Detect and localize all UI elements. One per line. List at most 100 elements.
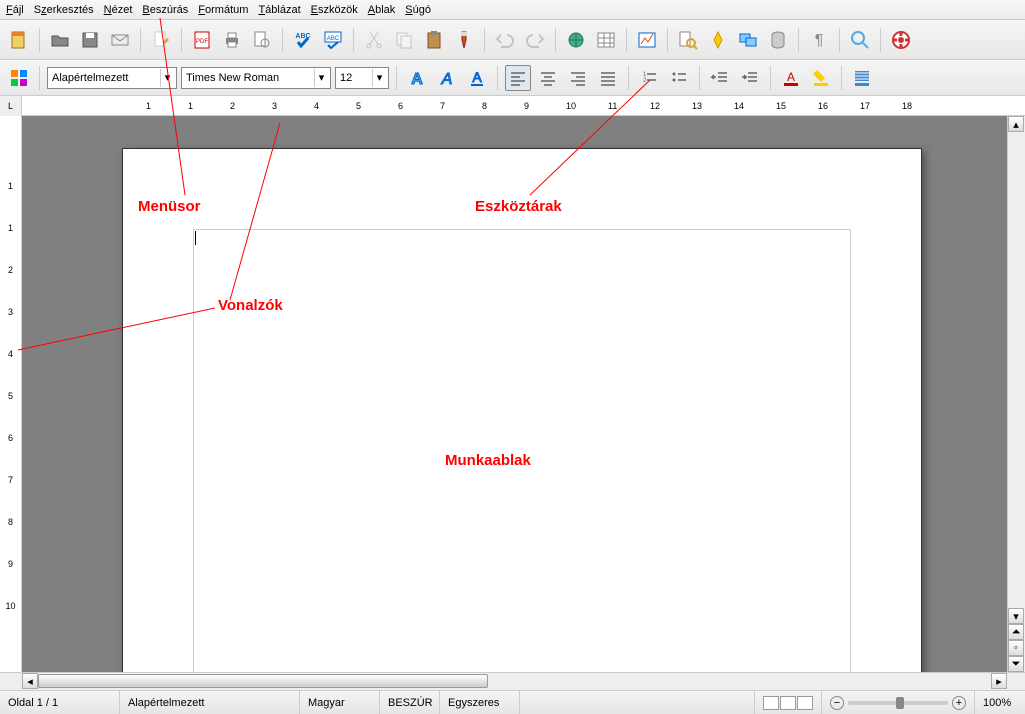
format-paintbrush-icon[interactable] — [451, 27, 477, 53]
text-margin — [193, 229, 851, 672]
align-justify-icon[interactable] — [595, 65, 621, 91]
scroll-up-icon[interactable]: ▴ — [1008, 116, 1024, 132]
zoom-out-icon[interactable]: − — [830, 696, 844, 710]
svg-text:A: A — [787, 70, 795, 84]
menu-insert[interactable]: Beszúrás — [142, 4, 188, 16]
bold-icon[interactable]: A — [404, 65, 430, 91]
text-cursor — [195, 231, 196, 245]
status-selection-mode[interactable]: Egyszeres — [440, 691, 520, 714]
drawing-icon[interactable] — [634, 27, 660, 53]
menu-tools[interactable]: Eszközök — [311, 4, 358, 16]
svg-text:A: A — [472, 69, 482, 85]
paragraph-style-input[interactable] — [52, 72, 160, 84]
pdf-icon[interactable]: PDF — [189, 27, 215, 53]
horizontal-scrollbar[interactable]: ◂ ▸ — [0, 672, 1025, 690]
zoom-in-icon[interactable]: + — [952, 696, 966, 710]
zoom-track[interactable] — [848, 701, 948, 705]
menu-format[interactable]: Formátum — [198, 4, 248, 16]
background-color-icon[interactable] — [849, 65, 875, 91]
mail-icon[interactable] — [107, 27, 133, 53]
data-sources-icon[interactable] — [765, 27, 791, 53]
view-book-icon[interactable] — [797, 696, 813, 710]
underline-icon[interactable]: A — [464, 65, 490, 91]
menu-help[interactable]: Súgó — [405, 4, 431, 16]
workspace[interactable] — [22, 116, 1007, 672]
vertical-scrollbar[interactable]: ▴ ▾ ⏶ ◦ ⏷ — [1007, 116, 1025, 672]
paste-icon[interactable] — [421, 27, 447, 53]
menu-table[interactable]: Táblázat — [258, 4, 300, 16]
print-icon[interactable] — [219, 27, 245, 53]
zoom-thumb[interactable] — [896, 697, 904, 709]
next-page-icon[interactable]: ⏷ — [1008, 656, 1024, 672]
nav-target-icon[interactable]: ◦ — [1008, 640, 1024, 656]
align-center-icon[interactable] — [535, 65, 561, 91]
italic-icon[interactable]: A — [434, 65, 460, 91]
prev-page-icon[interactable]: ⏶ — [1008, 624, 1024, 640]
paragraph-style-combo[interactable]: ▾ — [47, 67, 177, 89]
scroll-thumb[interactable] — [38, 674, 488, 688]
menu-view[interactable]: Nézet — [104, 4, 133, 16]
svg-text:¶: ¶ — [815, 32, 824, 49]
align-left-icon[interactable] — [505, 65, 531, 91]
spellcheck-icon[interactable]: ABC — [290, 27, 316, 53]
horizontal-ruler-wrap: L 1123456789101112131415161718 — [0, 96, 1025, 116]
copy-icon[interactable] — [391, 27, 417, 53]
zoom-slider[interactable]: − + — [822, 691, 975, 714]
svg-text:PDF: PDF — [196, 39, 208, 45]
statusbar: Oldal 1 / 1 Alapértelmezett Magyar BESZÚ… — [0, 690, 1025, 714]
status-insert-mode[interactable]: BESZÚR — [380, 691, 440, 714]
styles-icon[interactable] — [6, 65, 32, 91]
status-page[interactable]: Oldal 1 / 1 — [0, 691, 120, 714]
menubar: Fájl Szerkesztés Nézet Beszúrás Formátum… — [0, 0, 1025, 20]
decrease-indent-icon[interactable] — [707, 65, 733, 91]
new-doc-icon[interactable] — [6, 27, 32, 53]
scroll-down-icon[interactable]: ▾ — [1008, 608, 1024, 624]
gallery-icon[interactable] — [735, 27, 761, 53]
font-size-combo[interactable]: ▾ — [335, 67, 389, 89]
help-icon[interactable] — [888, 27, 914, 53]
svg-text:ABC: ABC — [327, 36, 340, 42]
ruler-corner: L — [0, 96, 22, 116]
highlight-icon[interactable] — [808, 65, 834, 91]
undo-icon[interactable] — [492, 27, 518, 53]
zoom-icon[interactable] — [847, 27, 873, 53]
numbered-list-icon[interactable]: 12 — [636, 65, 662, 91]
increase-indent-icon[interactable] — [737, 65, 763, 91]
print-preview-icon[interactable] — [249, 27, 275, 53]
view-multi-icon[interactable] — [780, 696, 796, 710]
horizontal-ruler[interactable]: 1123456789101112131415161718 — [22, 96, 1025, 115]
svg-text:A: A — [441, 71, 453, 88]
chevron-down-icon[interactable]: ▾ — [314, 69, 328, 87]
redo-icon[interactable] — [522, 27, 548, 53]
cut-icon[interactable] — [361, 27, 387, 53]
scroll-right-icon[interactable]: ▸ — [991, 673, 1007, 689]
vertical-ruler[interactable]: 112345678910 — [0, 116, 22, 672]
menu-edit[interactable]: Szerkesztés — [34, 4, 94, 16]
bullet-list-icon[interactable] — [666, 65, 692, 91]
table-icon[interactable] — [593, 27, 619, 53]
chevron-down-icon[interactable]: ▾ — [160, 69, 174, 87]
chevron-down-icon[interactable]: ▾ — [372, 69, 386, 87]
find-icon[interactable] — [675, 27, 701, 53]
menu-window[interactable]: Ablak — [368, 4, 396, 16]
auto-spellcheck-icon[interactable]: ABC — [320, 27, 346, 53]
font-name-input[interactable] — [186, 72, 314, 84]
hyperlink-icon[interactable] — [563, 27, 589, 53]
menu-file[interactable]: Fájl — [6, 4, 24, 16]
font-name-combo[interactable]: ▾ — [181, 67, 331, 89]
status-language[interactable]: Magyar — [300, 691, 380, 714]
font-color-icon[interactable]: A — [778, 65, 804, 91]
save-icon[interactable] — [77, 27, 103, 53]
navigator-icon[interactable] — [705, 27, 731, 53]
view-single-icon[interactable] — [763, 696, 779, 710]
status-zoom[interactable]: 100% — [975, 691, 1025, 714]
edit-doc-icon[interactable] — [148, 27, 174, 53]
font-size-input[interactable] — [340, 72, 372, 84]
status-style[interactable]: Alapértelmezett — [120, 691, 300, 714]
document-page[interactable] — [122, 148, 922, 672]
view-mode-buttons[interactable] — [755, 691, 822, 714]
nonprinting-chars-icon[interactable]: ¶ — [806, 27, 832, 53]
scroll-left-icon[interactable]: ◂ — [22, 673, 38, 689]
align-right-icon[interactable] — [565, 65, 591, 91]
open-icon[interactable] — [47, 27, 73, 53]
